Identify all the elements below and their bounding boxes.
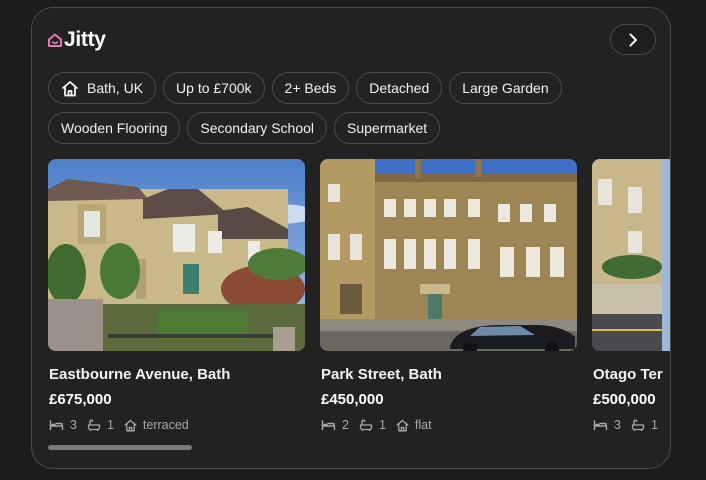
listing-title: Otago Ter xyxy=(593,366,663,383)
bed-count: 3 xyxy=(614,418,621,432)
listing-title: Eastbourne Avenue, Bath xyxy=(49,366,231,383)
chevron-right-icon xyxy=(629,33,637,46)
bed-icon xyxy=(321,420,336,431)
listing-card[interactable]: Otago Ter £500,000 3 1 xyxy=(592,159,670,432)
filter-chip-large-garden[interactable]: Large Garden xyxy=(449,72,562,104)
listing-card[interactable]: Eastbourne Avenue, Bath £675,000 3 1 ter… xyxy=(48,159,305,432)
listing-title: Park Street, Bath xyxy=(321,366,442,383)
listing-price: £450,000 xyxy=(321,391,384,408)
bath-icon xyxy=(359,419,373,431)
bed-icon xyxy=(49,420,64,431)
bed-count: 3 xyxy=(70,418,77,432)
filter-row-1: Bath, UK Up to £700k 2+ Beds Detached La… xyxy=(48,72,569,104)
bath-icon xyxy=(631,419,645,431)
brand-name: Jitty xyxy=(64,28,106,51)
house-icon xyxy=(396,419,409,431)
filter-chip-supermarket[interactable]: Supermarket xyxy=(334,112,441,144)
filter-chip-wooden-flooring[interactable]: Wooden Flooring xyxy=(48,112,181,144)
filter-chip-label: Supermarket xyxy=(347,120,428,136)
listing-details: 3 1 xyxy=(593,418,668,432)
home-icon xyxy=(62,80,78,96)
house-icon xyxy=(124,419,137,431)
property-type: flat xyxy=(414,418,432,432)
filter-chip-location[interactable]: Bath, UK xyxy=(48,72,157,104)
filter-chip-label: Bath, UK xyxy=(87,80,144,96)
listing-details: 2 1 flat xyxy=(321,418,442,432)
bath-count: 1 xyxy=(378,418,386,432)
house-logo-icon xyxy=(48,33,62,47)
bath-count: 1 xyxy=(106,418,114,432)
listing-photo[interactable] xyxy=(592,159,670,351)
listing-price: £500,000 xyxy=(593,391,656,408)
jitty-logo[interactable]: Jitty xyxy=(47,28,106,52)
filter-chip-label: Wooden Flooring xyxy=(61,120,168,136)
filter-row-2: Wooden Flooring Secondary School Superma… xyxy=(48,112,447,144)
property-type: terraced xyxy=(142,418,189,432)
listing-card[interactable]: Park Street, Bath £450,000 2 1 flat xyxy=(320,159,577,432)
filter-chip-beds[interactable]: 2+ Beds xyxy=(271,72,350,104)
filter-chip-label: Up to £700k xyxy=(176,80,252,96)
filter-chip-label: 2+ Beds xyxy=(284,80,337,96)
bath-count: 1 xyxy=(650,418,658,432)
listing-price: £675,000 xyxy=(49,391,112,408)
filter-chip-label: Detached xyxy=(369,80,430,96)
filter-chip-label: Secondary School xyxy=(200,120,315,136)
bath-icon xyxy=(87,419,101,431)
filter-chip-detached[interactable]: Detached xyxy=(356,72,443,104)
listing-photo[interactable] xyxy=(320,159,577,351)
filter-chip-secondary-school[interactable]: Secondary School xyxy=(187,112,328,144)
carousel-scrollbar[interactable] xyxy=(48,445,192,450)
filter-chip-price[interactable]: Up to £700k xyxy=(163,72,265,104)
listing-photo[interactable] xyxy=(48,159,305,351)
bed-icon xyxy=(593,420,608,431)
next-button[interactable] xyxy=(610,24,656,55)
property-carousel-card: Jitty Bath, UK Up to £700k 2+ Beds Detac… xyxy=(31,7,671,469)
bed-count: 2 xyxy=(342,418,349,432)
filter-chip-label: Large Garden xyxy=(462,80,549,96)
listing-details: 3 1 terraced xyxy=(49,418,199,432)
